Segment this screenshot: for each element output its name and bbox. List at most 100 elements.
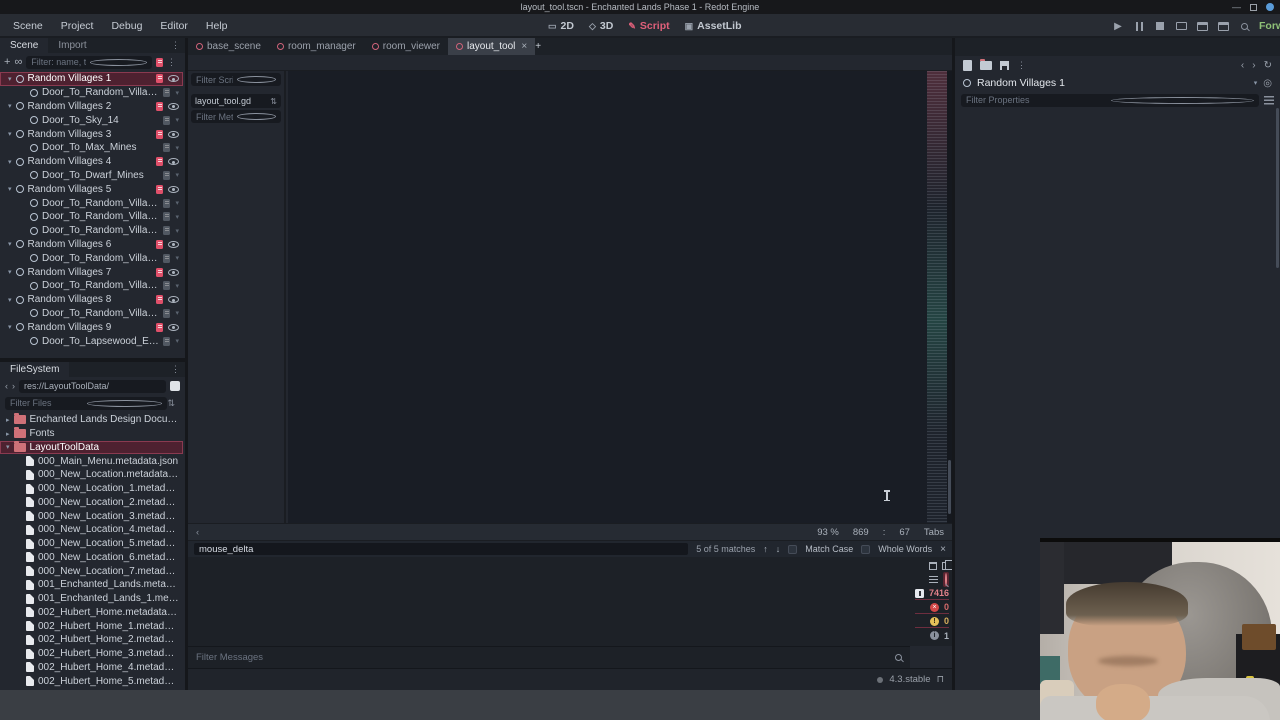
script-icon[interactable] xyxy=(156,157,163,167)
scene-node-room[interactable]: ▾ Random Villages 5 xyxy=(0,182,183,196)
close-tab-icon[interactable]: × xyxy=(521,41,527,52)
expand-chevron-icon[interactable]: ▾ xyxy=(6,443,10,451)
script-icon[interactable] xyxy=(156,74,163,84)
back-icon[interactable]: ‹ xyxy=(5,381,8,391)
warnings-icon[interactable]: ! xyxy=(929,616,939,626)
script-icon[interactable] xyxy=(163,336,171,346)
file-row[interactable]: 000_New_Location_5.metadata.json xyxy=(0,537,183,551)
indent-mode[interactable]: Tabs xyxy=(924,527,944,538)
mode-assetlib[interactable]: ▣ AssetLib xyxy=(685,20,742,32)
script-icon[interactable] xyxy=(163,88,171,98)
filesystem-filter[interactable]: Filter Files ⇅ xyxy=(0,395,185,411)
chevron-down-icon[interactable]: ▾ xyxy=(175,337,179,345)
scene-dock-menu-icon[interactable]: ⋮ xyxy=(167,57,181,68)
script-icon[interactable] xyxy=(156,129,163,139)
match-case-checkbox[interactable] xyxy=(788,544,798,554)
expand-chevron-icon[interactable]: ▾ xyxy=(8,296,12,304)
property-options-icon[interactable] xyxy=(1264,95,1274,105)
visibility-icon[interactable] xyxy=(168,185,179,193)
scene-node-door[interactable]: Door_To_Random_Villages_9 ▾ xyxy=(0,251,183,265)
forward-icon[interactable]: › xyxy=(12,381,15,391)
expand-chevron-icon[interactable]: ▸ xyxy=(6,416,10,424)
history-forward-icon[interactable]: › xyxy=(1252,60,1255,71)
chevron-down-icon[interactable]: ▾ xyxy=(175,227,179,235)
clear-output-icon[interactable] xyxy=(929,561,937,570)
scene-tab-layout-tool[interactable]: layout_tool × xyxy=(448,38,536,55)
filter-messages-input[interactable]: Filter Messages xyxy=(188,646,910,668)
script-icon[interactable] xyxy=(156,101,163,111)
visibility-icon[interactable] xyxy=(168,268,179,276)
expand-chevron-icon[interactable]: ▾ xyxy=(8,185,12,193)
expand-chevron-icon[interactable]: ▾ xyxy=(8,75,12,83)
maximize-icon[interactable] xyxy=(1250,3,1257,11)
sort-icon[interactable]: ⇅ xyxy=(167,398,180,409)
expand-chevron-icon[interactable]: ▸ xyxy=(6,430,10,438)
visibility-icon[interactable] xyxy=(168,102,179,110)
file-row[interactable]: 002_Hubert_Home_1.metadata.json xyxy=(0,619,183,633)
folder-row[interactable]: ▸ Enchanted Lands Design Documents xyxy=(0,413,183,427)
tab-filesystem[interactable]: FileSystem xyxy=(0,362,70,377)
script-icon[interactable] xyxy=(163,170,171,180)
engine-version[interactable]: 4.3.stable xyxy=(889,674,930,685)
scene-node-room[interactable]: ▾ Random Villages 8 xyxy=(0,293,183,307)
expand-chevron-icon[interactable]: ▾ xyxy=(8,268,12,276)
method-sort-icon[interactable]: ⇅ xyxy=(270,97,277,106)
script-icon[interactable] xyxy=(163,143,171,153)
scene-node-door[interactable]: Door_To_Random_Villages_9 ▾ xyxy=(0,307,183,321)
mode-2d[interactable]: ▭ 2D xyxy=(548,20,574,32)
visibility-icon[interactable] xyxy=(168,240,179,248)
chevron-down-icon[interactable]: ▾ xyxy=(175,309,179,317)
scene-tab-base-scene[interactable]: base_scene xyxy=(188,38,269,55)
menu-project[interactable]: Project xyxy=(52,20,103,32)
mode-script[interactable]: ✎ Script xyxy=(628,20,669,32)
scene-node-room[interactable]: ▾ Random Villages 7 xyxy=(0,265,183,279)
tab-import[interactable]: Import xyxy=(48,38,96,53)
file-row[interactable]: 000_New_Location_6.metadata.json xyxy=(0,551,183,565)
scene-node-room[interactable]: ▾ Random Villages 2 xyxy=(0,100,183,114)
file-row[interactable]: 000_Main_Menu.metadata.json xyxy=(0,454,183,468)
inspected-node-selector[interactable]: Random Villages 1 ▾ ◎ xyxy=(955,74,1280,92)
new-resource-icon[interactable] xyxy=(963,59,972,71)
play-scene-icon[interactable] xyxy=(1196,20,1208,32)
expand-chevron-icon[interactable]: ▾ xyxy=(8,130,12,138)
script-icon[interactable] xyxy=(156,184,163,194)
script-icon[interactable] xyxy=(156,295,163,305)
play-icon[interactable]: ▶ xyxy=(1112,20,1124,32)
script-icon[interactable] xyxy=(156,322,163,332)
file-row[interactable]: 000_New_Location.metadata.json xyxy=(0,468,183,482)
errors-icon[interactable]: × xyxy=(929,602,939,612)
file-row[interactable]: 002_Hubert_Home.metadata.json xyxy=(0,606,183,620)
resource-menu-icon[interactable]: ⋮ xyxy=(1017,60,1031,71)
close-icon[interactable] xyxy=(1266,3,1274,11)
save-resource-icon[interactable] xyxy=(1000,60,1009,70)
instance-scene-button[interactable]: ∞ xyxy=(14,56,22,68)
chevron-down-icon[interactable]: ▾ xyxy=(175,116,179,124)
chevron-down-icon[interactable]: ▾ xyxy=(175,254,179,262)
scene-node-door[interactable]: Door_To_Random_Villages_2 ▾ xyxy=(0,86,183,100)
chevron-down-icon[interactable]: ▾ xyxy=(175,171,179,179)
chevron-down-icon[interactable]: ▾ xyxy=(175,144,179,152)
file-row[interactable]: 000_New_Location_3.metadata.json xyxy=(0,509,183,523)
menu-scene[interactable]: Scene xyxy=(4,20,52,32)
script-icon[interactable] xyxy=(163,198,171,208)
object-history-icon[interactable]: ↻ xyxy=(1264,60,1272,71)
scene-node-room[interactable]: ▾ Random Villages 9 xyxy=(0,320,183,334)
folder-row[interactable]: ▸ Fonts xyxy=(0,427,183,441)
scene-node-door[interactable]: Door_To_Dwarf_Mines ▾ xyxy=(0,169,183,183)
file-row[interactable]: 000_New_Location_7.metadata.json xyxy=(0,564,183,578)
renderer-selector[interactable]: Forward+▾ xyxy=(1259,20,1280,32)
find-input[interactable]: mouse_delta xyxy=(194,543,689,555)
pause-icon[interactable] xyxy=(1133,20,1145,32)
info-icon[interactable]: i xyxy=(929,631,939,640)
profiler-icon[interactable] xyxy=(1238,20,1250,32)
file-row[interactable]: 002_Hubert_Home_4.metadata.json xyxy=(0,661,183,675)
pin-icon[interactable]: ◎ xyxy=(1263,78,1272,89)
menu-debug[interactable]: Debug xyxy=(102,20,151,32)
history-back-icon[interactable]: ‹ xyxy=(1241,60,1244,71)
tab-scene[interactable]: Scene xyxy=(0,38,49,53)
play-custom-scene-icon[interactable] xyxy=(1217,20,1229,32)
scene-node-room[interactable]: ▾ Random Villages 1 xyxy=(0,72,183,86)
visibility-icon[interactable] xyxy=(168,323,179,331)
filter-methods-input[interactable]: Filter Methods xyxy=(191,110,281,123)
mode-3d[interactable]: ◇ 3D xyxy=(589,20,613,32)
